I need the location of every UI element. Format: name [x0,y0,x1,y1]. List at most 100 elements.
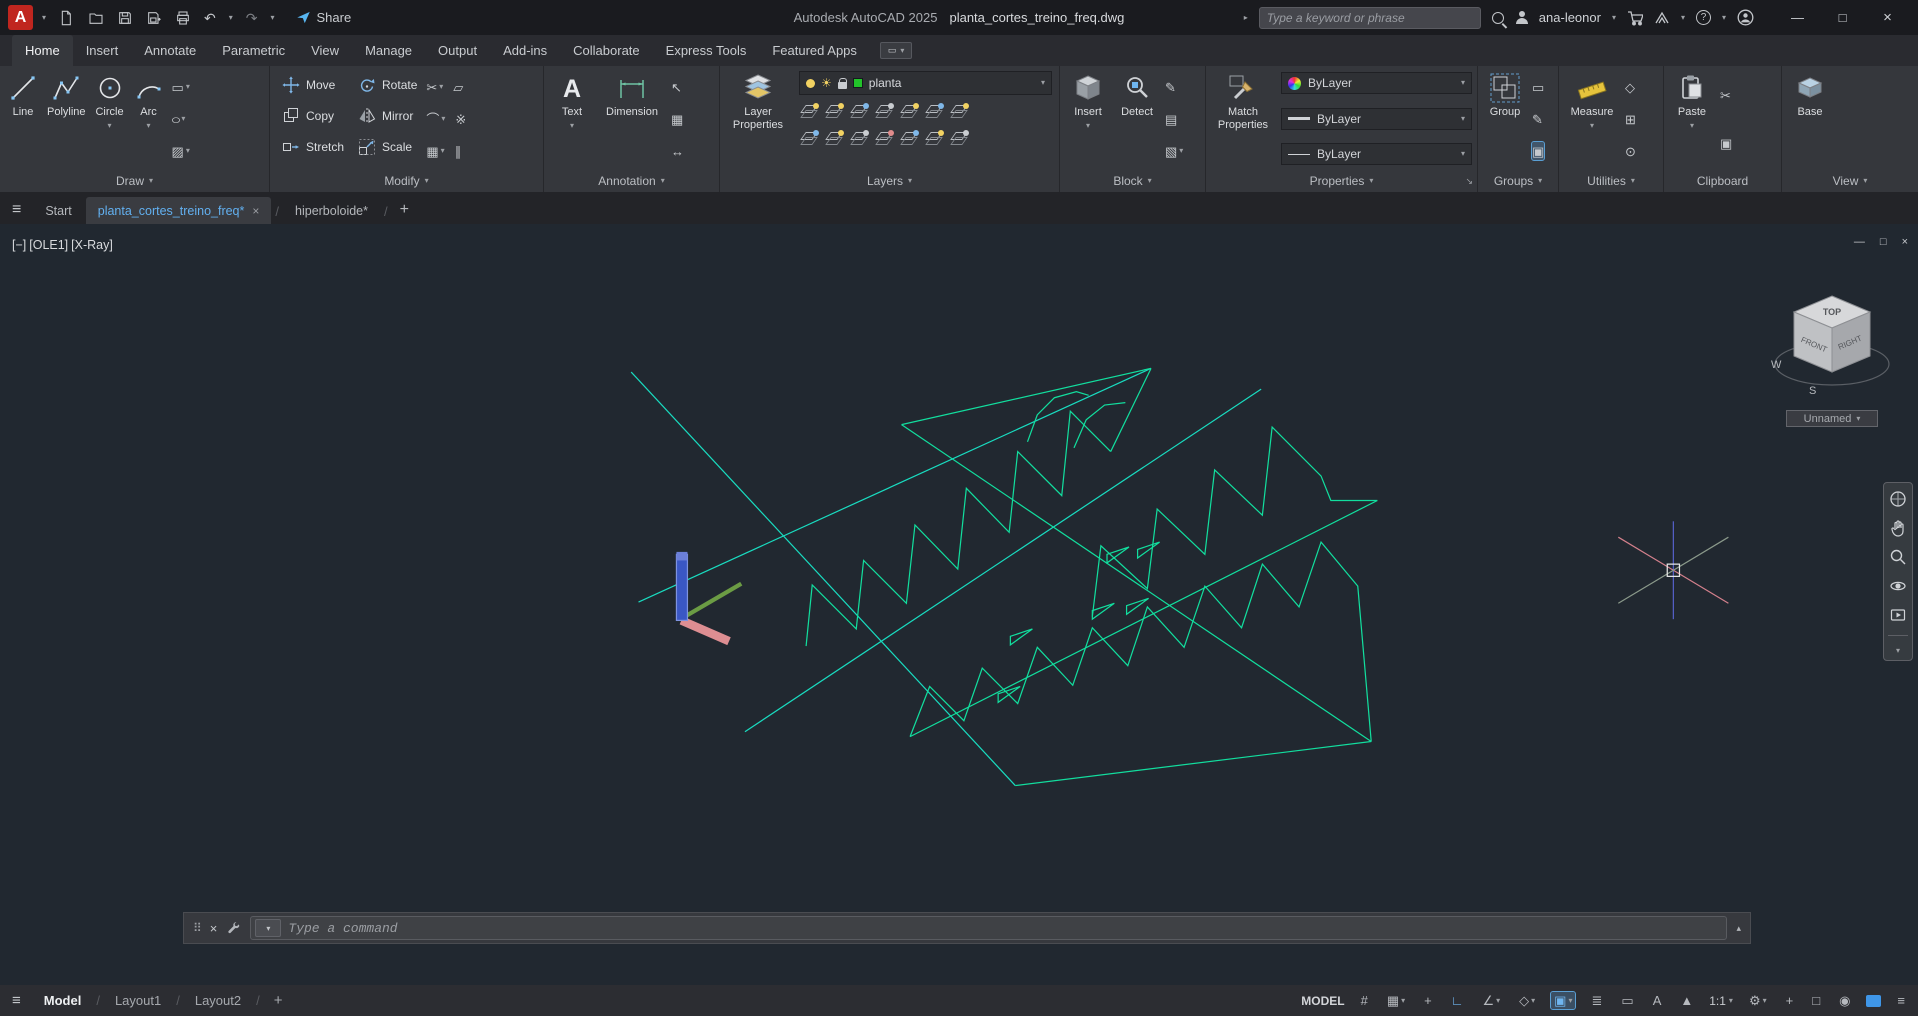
selection-cycling-icon[interactable]: ▭ [1618,992,1636,1009]
measure-caret-icon[interactable]: ▾ [1590,122,1594,130]
customization-icon[interactable]: ≡ [1894,992,1908,1009]
view-control[interactable]: [OLE1] [29,238,68,252]
viewcube-cube[interactable]: TOP FRONT RIGHT [1794,296,1870,372]
modify-panel-label[interactable]: Modify▾ [270,169,543,192]
dynamic-input-icon[interactable]: ∟ [1448,992,1467,1009]
drawing-polyline[interactable] [806,411,1111,646]
command-input[interactable] [288,921,1722,936]
layer-walk-icon[interactable] [801,132,816,145]
layer-lock-fade-icon[interactable] [901,132,916,145]
tab-featured-apps[interactable]: Featured Apps [759,35,870,66]
autodesk-apps-icon[interactable] [1654,10,1670,26]
tab-layout1[interactable]: Layout1 [108,993,168,1008]
group-edit-button[interactable]: ✎ [1532,110,1544,128]
grid-display-icon[interactable]: # [1358,992,1371,1009]
block-attributes-button[interactable]: ▧▾ [1165,142,1183,160]
layer-isolate-icon[interactable] [826,105,841,118]
share-button[interactable]: Share [296,10,352,25]
properties-dialog-launcher-icon[interactable]: ↘ [1465,176,1473,187]
drawing-triangle-marker[interactable] [1138,542,1160,558]
detect-button[interactable]: Detect [1114,69,1160,169]
viewcube[interactable]: W S TOP FRONT RIGHT Unnamed ▾ [1766,284,1898,427]
drawing-area[interactable]: [−] [OLE1] [X-Ray] — □ × W S TOP FRONT R… [0,224,1918,985]
insert-caret-icon[interactable]: ▾ [1086,122,1090,130]
explode-button[interactable]: ※ [455,110,466,128]
new-drawing-button[interactable] [59,10,75,26]
layer-previous-icon[interactable] [926,105,941,118]
layer-thaw-icon[interactable]: ☀ [821,77,832,89]
cut-button[interactable]: ✂ [1720,86,1732,104]
viewcube-graphic[interactable]: W S TOP FRONT RIGHT [1771,284,1893,402]
tab-output[interactable]: Output [425,35,490,66]
tab-express-tools[interactable]: Express Tools [653,35,760,66]
draw-panel-label[interactable]: Draw▾ [0,169,269,192]
array-button[interactable]: ▦▾ [426,142,444,160]
qat-customize-caret-icon[interactable]: ▾ [271,14,275,22]
leader-button[interactable]: ↖ [671,78,684,96]
new-drawing-tab-button[interactable]: + [392,201,417,224]
close-button[interactable]: × [1865,0,1910,35]
base-button[interactable]: Base [1787,69,1833,169]
drawing-polyline[interactable] [910,542,1371,741]
tab-parametric[interactable]: Parametric [209,35,298,66]
save-as-button[interactable] [146,10,162,26]
layer-color-swatch[interactable] [853,78,863,88]
circle-button[interactable]: Circle ▾ [92,69,128,169]
drawing-polyline[interactable] [745,389,1261,732]
tab-model[interactable]: Model [37,993,89,1008]
erase-button[interactable]: ▱ [453,78,463,96]
drawing-triangle-marker[interactable] [1092,603,1114,619]
measure-button[interactable]: Measure ▾ [1564,69,1620,169]
viewport-menu-control[interactable]: [−] [12,238,26,252]
view-name-dropdown[interactable]: Unnamed ▾ [1786,410,1878,427]
circle-caret-icon[interactable]: ▾ [108,122,112,130]
autoscale-icon[interactable]: ▲ [1677,992,1696,1009]
annotation-panel-label[interactable]: Annotation▾ [544,169,719,192]
tab-collaborate[interactable]: Collaborate [560,35,653,66]
open-button[interactable] [88,10,104,26]
app-menu-caret-icon[interactable]: ▾ [42,14,46,22]
layer-settings-icon[interactable] [951,132,966,145]
polyline-button[interactable]: Polyline [44,69,89,169]
app-menu-button[interactable]: A [8,5,33,30]
annotation-visibility-icon[interactable]: A [1650,992,1665,1009]
save-button[interactable] [117,10,133,26]
drawing-polyline[interactable] [1111,368,1151,451]
command-line[interactable]: ⠿ × ▾ ▴ [183,912,1751,944]
help-icon[interactable]: ? [1696,10,1711,25]
full-navigation-wheel-button[interactable] [1889,490,1907,508]
command-line-close-icon[interactable]: × [210,921,218,936]
profile-icon[interactable] [1737,9,1754,26]
trim-button[interactable]: ✂▾ [426,78,443,96]
model-space-toggle[interactable]: MODEL [1301,994,1344,1008]
block-panel-label[interactable]: Block▾ [1060,169,1205,192]
scale-button[interactable]: Scale [351,131,424,162]
rotate-button[interactable]: Rotate [351,69,424,100]
graphics-performance-icon[interactable]: ◉ [1836,992,1853,1009]
match-properties-button[interactable]: Match Properties [1211,69,1275,169]
object-snap-button[interactable]: ▣▾ [1551,992,1575,1009]
move-button[interactable]: Move [275,69,351,100]
infer-constraints-icon[interactable]: + [1421,992,1435,1009]
apps-caret-icon[interactable]: ▾ [1681,14,1685,22]
tab-planta-cortes[interactable]: planta_cortes_treino_freq* × [86,197,272,224]
view-panel-label[interactable]: View▾ [1782,169,1918,192]
tab-insert[interactable]: Insert [73,35,132,66]
undo-button[interactable]: ↶ [204,11,216,25]
drawing-triangle-marker[interactable] [1010,629,1032,645]
mirror-button[interactable]: Mirror [351,100,424,131]
viewcube-west[interactable]: W [1771,359,1782,371]
restore-button[interactable]: □ [1820,0,1865,35]
zoom-button[interactable] [1889,548,1907,566]
cart-icon[interactable] [1627,10,1643,26]
text-button[interactable]: A Text ▾ [549,69,595,169]
layer-off-icon[interactable] [801,105,816,118]
polar-tracking-button[interactable]: ∠▾ [1479,992,1503,1009]
orbit-button[interactable] [1889,577,1907,595]
copy-clip-button[interactable]: ▣ [1720,134,1732,152]
username-label[interactable]: ana-leonor [1539,10,1601,25]
layers-panel-label[interactable]: Layers▾ [720,169,1059,192]
visual-style-control[interactable]: [X-Ray] [71,238,113,252]
ribbon-display-toggle[interactable]: ▭ ▾ [880,42,913,59]
help-caret-icon[interactable]: ▾ [1722,14,1726,22]
